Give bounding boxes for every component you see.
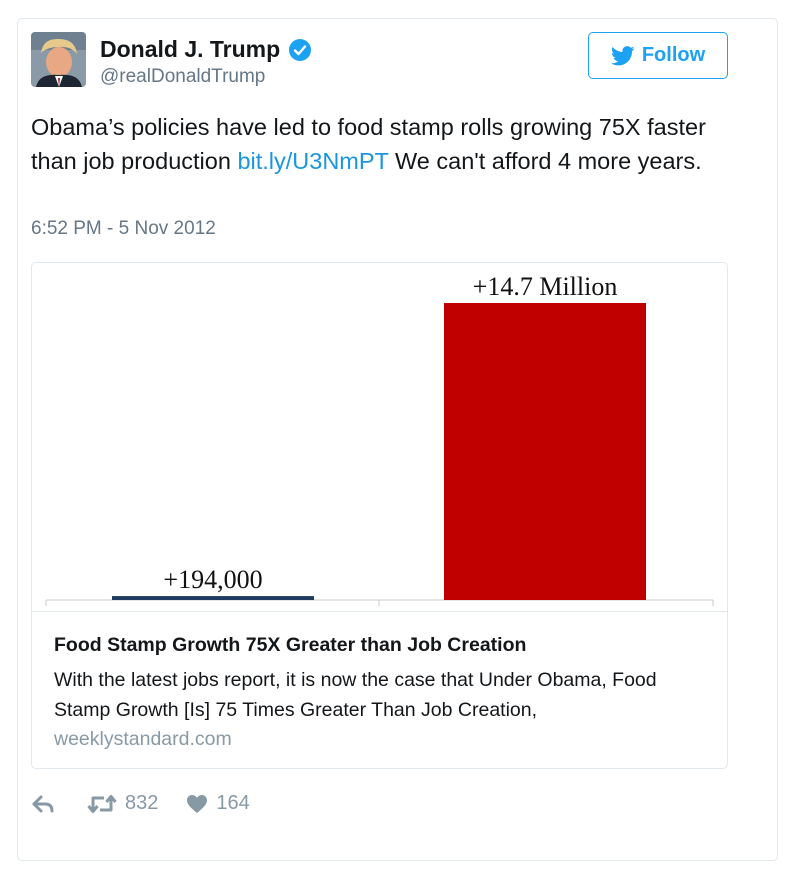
bird-icon (610, 45, 635, 65)
link-card-title: Food Stamp Growth 75X Greater than Job C… (54, 634, 527, 656)
follow-label: Follow (641, 44, 706, 66)
tweet-text: Obama’s policies have led to food stamp … (31, 110, 731, 178)
chart-data-label-1: +194,000 (163, 565, 262, 594)
tweet-timestamp[interactable]: 6:52 PM - 5 Nov 2012 (31, 218, 216, 240)
user-name[interactable]: Donald J. Trump (100, 36, 280, 63)
link-card[interactable]: +194,000 +14.7 Million Food Stamp Growth … (31, 262, 728, 769)
user-handle[interactable]: @realDonaldTrump (100, 66, 265, 88)
chart-data-label-2: +14.7 Million (473, 272, 618, 301)
like-count: 164 (216, 792, 250, 814)
reply-icon (32, 795, 54, 812)
heart-icon (187, 794, 208, 813)
tweet-text-end: We can't afford 4 more years. (388, 148, 702, 174)
retweet-count: 832 (125, 792, 159, 814)
follow-button[interactable]: Follow (588, 32, 728, 79)
chart-bar-2 (444, 303, 646, 600)
link-card-image: +194,000 +14.7 Million (32, 263, 727, 611)
link-card-meta: Food Stamp Growth 75X Greater than Job C… (32, 611, 727, 768)
retweet-button[interactable]: 832 (87, 792, 158, 815)
avatar[interactable] (31, 32, 86, 87)
verified-badge-icon (289, 38, 312, 61)
tweet-actions: 832 164 (31, 792, 250, 815)
chart-bar-1 (112, 596, 314, 600)
user-name-row: Donald J. Trump (100, 36, 312, 63)
like-button[interactable]: 164 (186, 792, 250, 815)
tweet-link[interactable]: bit.ly/U3NmPT (237, 148, 388, 174)
link-card-domain: weeklystandard.com (54, 728, 232, 750)
link-card-description: With the latest jobs report, it is now t… (54, 669, 657, 721)
retweet-icon (87, 794, 117, 813)
bar-chart: +194,000 +14.7 Million (45, 272, 714, 606)
reply-button[interactable] (31, 794, 55, 814)
